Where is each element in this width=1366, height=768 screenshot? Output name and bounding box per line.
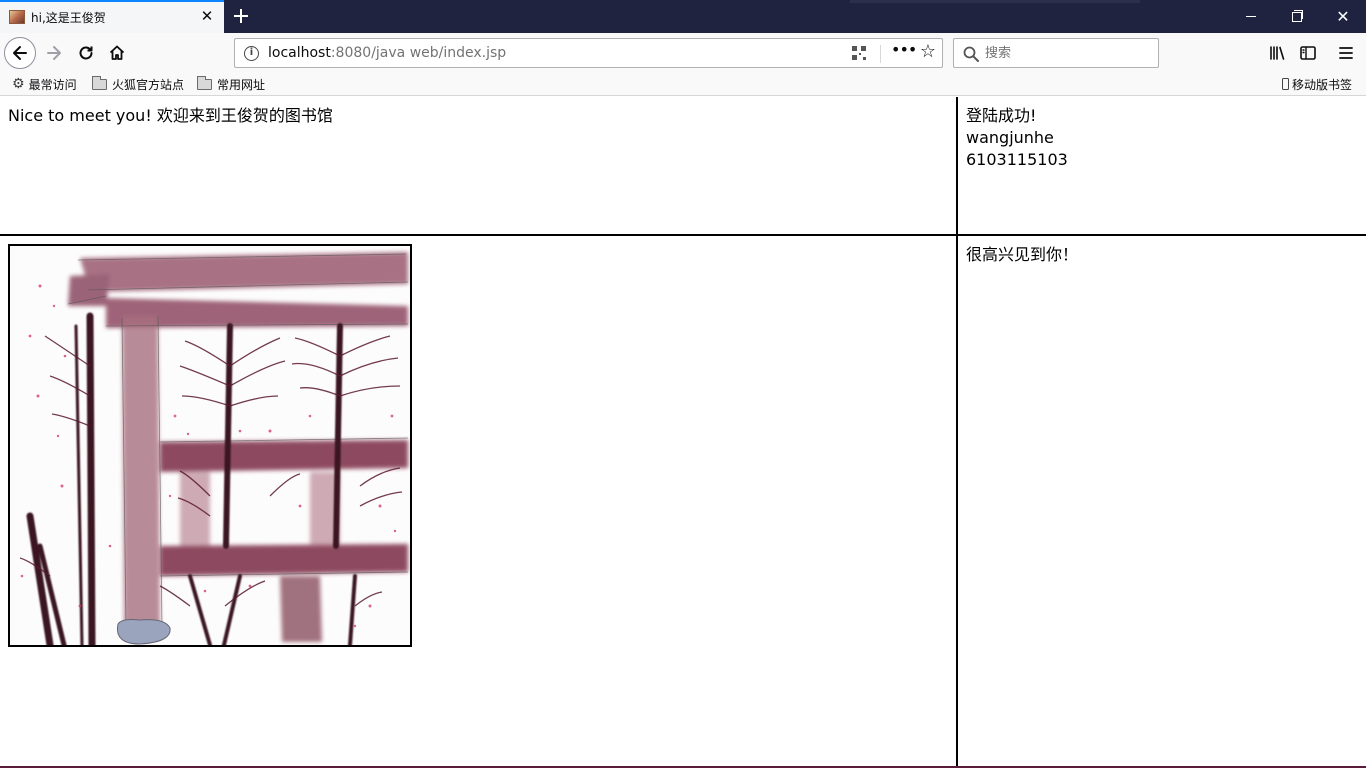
folder-icon (92, 75, 107, 90)
login-info: 登陆成功! wangjunhe 6103115103 (966, 105, 1068, 171)
library-icon[interactable] (1261, 37, 1293, 69)
reload-icon[interactable] (70, 37, 102, 69)
url-host: localhost (268, 45, 331, 61)
new-tab-plus-icon[interactable] (229, 3, 253, 29)
mobile-phone-icon (1282, 78, 1289, 90)
frame-login: 登陆成功! wangjunhe 6103115103 (958, 97, 1366, 234)
tab-title: hi,这是王俊贺 (31, 11, 106, 25)
bookmark-label: 最常访问 (28, 77, 77, 92)
bookmark-mobile[interactable]: 移动版书签 (1282, 75, 1352, 93)
frame-sidebar: 很高兴见到你！ (958, 236, 1366, 766)
page-actions-more-icon[interactable]: ••• (891, 42, 917, 62)
url-bar[interactable]: i localhost:8080/java web/index.jsp ••• … (234, 38, 943, 68)
bookmark-label: 常用网址 (217, 77, 266, 92)
welcome-text: Nice to meet you! 欢迎来到王俊贺的图书馆 (8, 106, 333, 125)
site-info-icon[interactable]: i (244, 46, 259, 61)
forward-arrow-icon[interactable] (38, 37, 70, 69)
search-input[interactable] (985, 43, 1150, 63)
painting-image (8, 244, 412, 647)
qr-code-icon[interactable] (852, 46, 866, 60)
tab-active[interactable]: hi,这是王俊贺 ✕ (0, 0, 224, 33)
page-content: Nice to meet you! 欢迎来到王俊贺的图书馆 登陆成功! wang… (0, 97, 1366, 768)
url-path: :8080/java web/index.jsp (330, 45, 507, 61)
home-icon[interactable] (101, 37, 133, 69)
user-id: 6103115103 (966, 150, 1068, 169)
url-bar-separator (880, 45, 881, 63)
tab-strip-shadow (850, 0, 1140, 3)
search-bar[interactable] (953, 38, 1159, 68)
bookmark-label: 移动版书签 (1292, 77, 1353, 92)
navigation-toolbar: i localhost:8080/java web/index.jsp ••• … (0, 33, 1366, 73)
gear-icon: ⚙ (12, 76, 25, 92)
username: wangjunhe (966, 128, 1054, 147)
window-close-icon[interactable]: ✕ (1320, 0, 1366, 33)
bookmark-common-sites[interactable]: 常用网址 (197, 75, 265, 93)
bookmark-most-visited[interactable]: ⚙ 最常访问 (12, 75, 77, 93)
window-minimize-icon[interactable] (1228, 0, 1274, 33)
hamburger-menu-icon[interactable] (1330, 37, 1362, 69)
frame-header: Nice to meet you! 欢迎来到王俊贺的图书馆 (0, 97, 956, 234)
search-icon (963, 46, 979, 62)
frame-horizontal-divider[interactable] (0, 234, 1366, 236)
bookmarks-toolbar: ⚙ 最常访问 火狐官方站点 常用网址 移动版书签 (0, 73, 1366, 96)
tab-close-icon[interactable]: ✕ (198, 7, 216, 25)
frame-vertical-divider[interactable] (956, 97, 958, 768)
sidebar-toggle-icon[interactable] (1292, 37, 1324, 69)
window-restore-icon[interactable] (1274, 0, 1320, 33)
url-text[interactable]: localhost:8080/java web/index.jsp (268, 45, 506, 61)
greeting-text: 很高兴见到你！ (966, 245, 1079, 264)
bookmark-label: 火狐官方站点 (112, 77, 185, 92)
tab-strip: hi,这是王俊贺 ✕ ✕ (0, 0, 1366, 33)
back-arrow-icon[interactable] (4, 37, 36, 69)
frame-main (0, 236, 956, 766)
bookmark-firefox-official[interactable]: 火狐官方站点 (92, 75, 184, 93)
tab-favicon-icon (9, 10, 25, 24)
login-status: 登陆成功! (966, 106, 1037, 125)
folder-icon (197, 75, 212, 90)
bookmark-star-icon[interactable]: ☆ (918, 42, 938, 62)
